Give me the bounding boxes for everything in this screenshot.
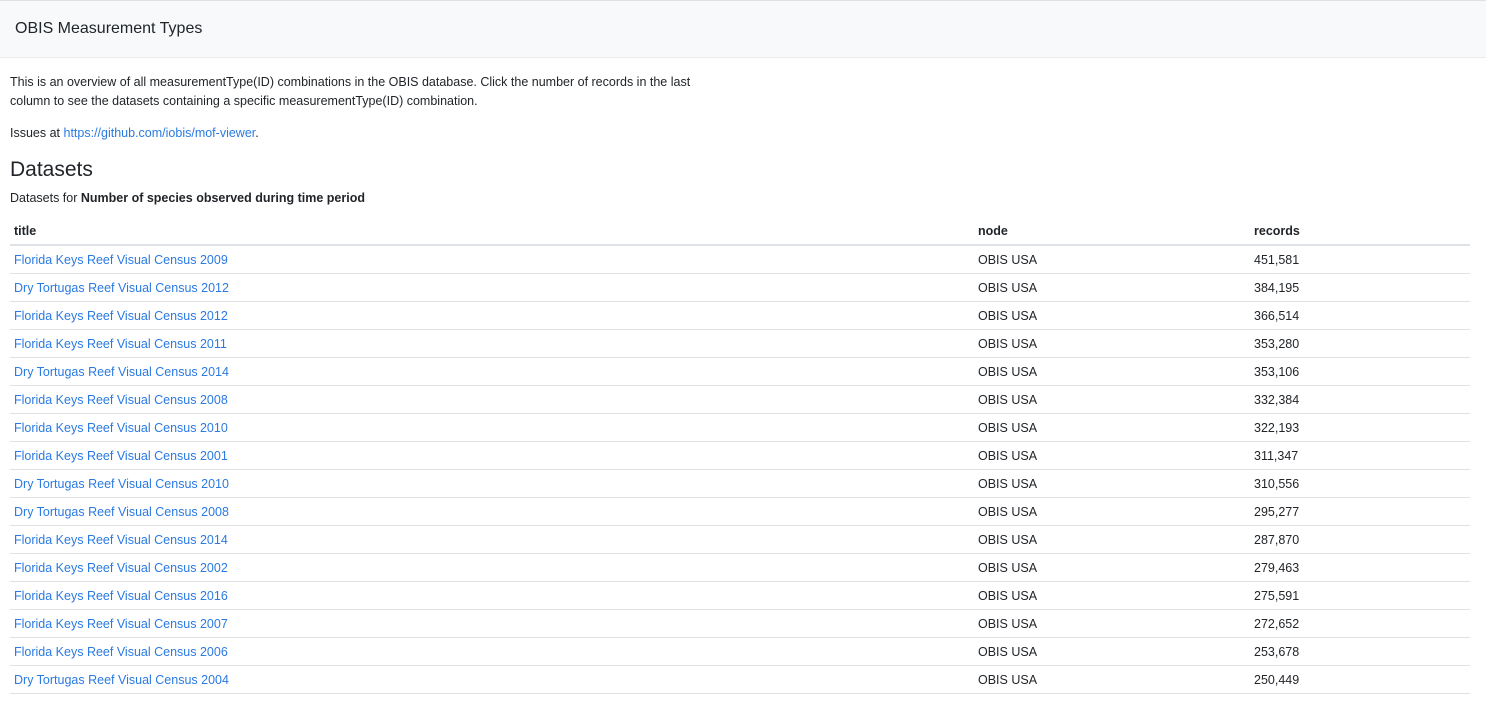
issues-suffix: . — [255, 126, 259, 140]
dataset-node-cell: OBIS USA — [974, 553, 1250, 582]
table-row: Florida Keys Reef Visual Census 2011 OBIS… — [10, 329, 1470, 358]
issues-link[interactable]: https://github.com/iobis/mof-viewer — [64, 126, 256, 140]
dataset-records-cell: 353,106 — [1250, 357, 1470, 386]
table-row: Florida Keys Reef Visual Census 2002 OBIS… — [10, 553, 1470, 582]
dataset-title-link[interactable]: Dry Tortugas Reef Visual Census 2014 — [14, 365, 229, 379]
dataset-title-cell: Florida Keys Reef Visual Census 2002 — [10, 553, 974, 582]
column-header-title[interactable]: title — [10, 218, 974, 246]
subtitle-measurement-type: Number of species observed during time p… — [80, 191, 365, 205]
dataset-records-cell: 451,581 — [1250, 245, 1470, 274]
dataset-title-link[interactable]: Dry Tortugas Reef Visual Census 2008 — [14, 505, 229, 519]
dataset-title-link[interactable]: Florida Keys Reef Visual Census 2001 — [14, 449, 228, 463]
dataset-title-cell: Florida Keys Reef Visual Census 2001 — [10, 441, 974, 470]
dataset-title-cell: Florida Keys Reef Visual Census 2009 — [10, 245, 974, 274]
table-row: Florida Keys Reef Visual Census 2008 OBIS… — [10, 385, 1470, 414]
column-header-node[interactable]: node — [974, 218, 1250, 246]
dataset-title-cell: Florida Keys Reef Visual Census 2011 — [10, 329, 974, 358]
table-row: Florida Keys Reef Visual Census 2012 OBIS… — [10, 301, 1470, 330]
dataset-records-cell: 253,678 — [1250, 637, 1470, 666]
dataset-title-cell: Florida Keys Reef Visual Census 2010 — [10, 413, 974, 442]
table-row: Florida Keys Reef Visual Census 2007 OBIS… — [10, 609, 1470, 638]
dataset-node-cell: OBIS USA — [974, 441, 1250, 470]
dataset-records-cell: 310,556 — [1250, 469, 1470, 498]
dataset-title-cell: Dry Tortugas Reef Visual Census 2004 — [10, 665, 974, 694]
dataset-title-link[interactable]: Florida Keys Reef Visual Census 2014 — [14, 533, 228, 547]
datasets-subtitle: Datasets for Number of species observed … — [10, 189, 1470, 207]
dataset-title-link[interactable]: Florida Keys Reef Visual Census 2010 — [14, 421, 228, 435]
dataset-title-link[interactable]: Florida Keys Reef Visual Census 2007 — [14, 617, 228, 631]
dataset-title-link[interactable]: Florida Keys Reef Visual Census 2002 — [14, 561, 228, 575]
table-row: Florida Keys Reef Visual Census 2016 OBIS… — [10, 581, 1470, 610]
table-row: Dry Tortugas Reef Visual Census 2004 OBIS… — [10, 665, 1470, 694]
dataset-title-cell: Florida Keys Reef Visual Census 2008 — [10, 385, 974, 414]
dataset-title-link[interactable]: Florida Keys Reef Visual Census 2012 — [14, 309, 228, 323]
dataset-title-link[interactable]: Florida Keys Reef Visual Census 2011 — [14, 337, 227, 351]
dataset-records-cell: 366,514 — [1250, 301, 1470, 330]
dataset-title-link[interactable]: Dry Tortugas Reef Visual Census 2010 — [14, 477, 229, 491]
dataset-title-link[interactable]: Florida Keys Reef Visual Census 2009 — [14, 253, 228, 267]
dataset-title-cell: Florida Keys Reef Visual Census 2014 — [10, 525, 974, 554]
dataset-node-cell: OBIS USA — [974, 329, 1250, 358]
main-content: This is an overview of all measurementTy… — [0, 73, 1486, 694]
dataset-title-cell: Florida Keys Reef Visual Census 2012 — [10, 301, 974, 330]
intro-text: This is an overview of all measurementTy… — [10, 75, 691, 108]
dataset-node-cell: OBIS USA — [974, 273, 1250, 302]
dataset-title-cell: Florida Keys Reef Visual Census 2006 — [10, 637, 974, 666]
dataset-records-cell: 287,870 — [1250, 525, 1470, 554]
table-row: Dry Tortugas Reef Visual Census 2008 OBIS… — [10, 497, 1470, 526]
dataset-node-cell: OBIS USA — [974, 581, 1250, 610]
table-row: Florida Keys Reef Visual Census 2014 OBIS… — [10, 525, 1470, 554]
navbar-brand[interactable]: OBIS Measurement Types — [15, 20, 202, 38]
table-row: Dry Tortugas Reef Visual Census 2010 OBIS… — [10, 469, 1470, 498]
column-header-records[interactable]: records — [1250, 218, 1470, 246]
dataset-title-link[interactable]: Florida Keys Reef Visual Census 2008 — [14, 393, 228, 407]
dataset-records-cell: 295,277 — [1250, 497, 1470, 526]
dataset-records-cell: 332,384 — [1250, 385, 1470, 414]
datasets-table: title node records Florida Keys Reef Vis… — [10, 218, 1470, 694]
datasets-heading: Datasets — [10, 158, 93, 181]
table-row: Dry Tortugas Reef Visual Census 2012 OBIS… — [10, 273, 1470, 302]
dataset-title-cell: Dry Tortugas Reef Visual Census 2010 — [10, 469, 974, 498]
dataset-title-cell: Florida Keys Reef Visual Census 2016 — [10, 581, 974, 610]
table-row: Florida Keys Reef Visual Census 2006 OBIS… — [10, 637, 1470, 666]
table-row: Florida Keys Reef Visual Census 2001 OBIS… — [10, 441, 1470, 470]
dataset-records-cell: 250,449 — [1250, 665, 1470, 694]
dataset-title-link[interactable]: Dry Tortugas Reef Visual Census 2012 — [14, 281, 229, 295]
dataset-records-cell: 384,195 — [1250, 273, 1470, 302]
dataset-records-cell: 279,463 — [1250, 553, 1470, 582]
dataset-node-cell: OBIS USA — [974, 469, 1250, 498]
dataset-node-cell: OBIS USA — [974, 385, 1250, 414]
subtitle-prefix: Datasets for — [10, 191, 81, 205]
dataset-title-cell: Dry Tortugas Reef Visual Census 2008 — [10, 497, 974, 526]
dataset-node-cell: OBIS USA — [974, 525, 1250, 554]
dataset-node-cell: OBIS USA — [974, 609, 1250, 638]
dataset-title-cell: Florida Keys Reef Visual Census 2007 — [10, 609, 974, 638]
dataset-node-cell: OBIS USA — [974, 413, 1250, 442]
dataset-node-cell: OBIS USA — [974, 301, 1250, 330]
dataset-title-cell: Dry Tortugas Reef Visual Census 2014 — [10, 357, 974, 386]
datasets-table-body: Florida Keys Reef Visual Census 2009 OBIS… — [10, 245, 1470, 694]
issues-prefix: Issues at — [10, 126, 64, 140]
dataset-records-cell: 353,280 — [1250, 329, 1470, 358]
table-header-row: title node records — [10, 218, 1470, 246]
table-row: Florida Keys Reef Visual Census 2009 OBIS… — [10, 245, 1470, 274]
dataset-records-cell: 322,193 — [1250, 413, 1470, 442]
dataset-node-cell: OBIS USA — [974, 245, 1250, 274]
issues-line: Issues at https://github.com/iobis/mof-v… — [10, 124, 1470, 143]
dataset-node-cell: OBIS USA — [974, 665, 1250, 694]
dataset-records-cell: 275,591 — [1250, 581, 1470, 610]
dataset-title-cell: Dry Tortugas Reef Visual Census 2012 — [10, 273, 974, 302]
dataset-node-cell: OBIS USA — [974, 497, 1250, 526]
dataset-node-cell: OBIS USA — [974, 637, 1250, 666]
dataset-title-link[interactable]: Florida Keys Reef Visual Census 2006 — [14, 645, 228, 659]
dataset-records-cell: 272,652 — [1250, 609, 1470, 638]
dataset-title-link[interactable]: Dry Tortugas Reef Visual Census 2004 — [14, 673, 229, 687]
table-row: Florida Keys Reef Visual Census 2010 OBIS… — [10, 413, 1470, 442]
dataset-node-cell: OBIS USA — [974, 357, 1250, 386]
table-row: Dry Tortugas Reef Visual Census 2014 OBIS… — [10, 357, 1470, 386]
dataset-records-cell: 311,347 — [1250, 441, 1470, 470]
dataset-title-link[interactable]: Florida Keys Reef Visual Census 2016 — [14, 589, 228, 603]
navbar: OBIS Measurement Types — [0, 0, 1486, 58]
